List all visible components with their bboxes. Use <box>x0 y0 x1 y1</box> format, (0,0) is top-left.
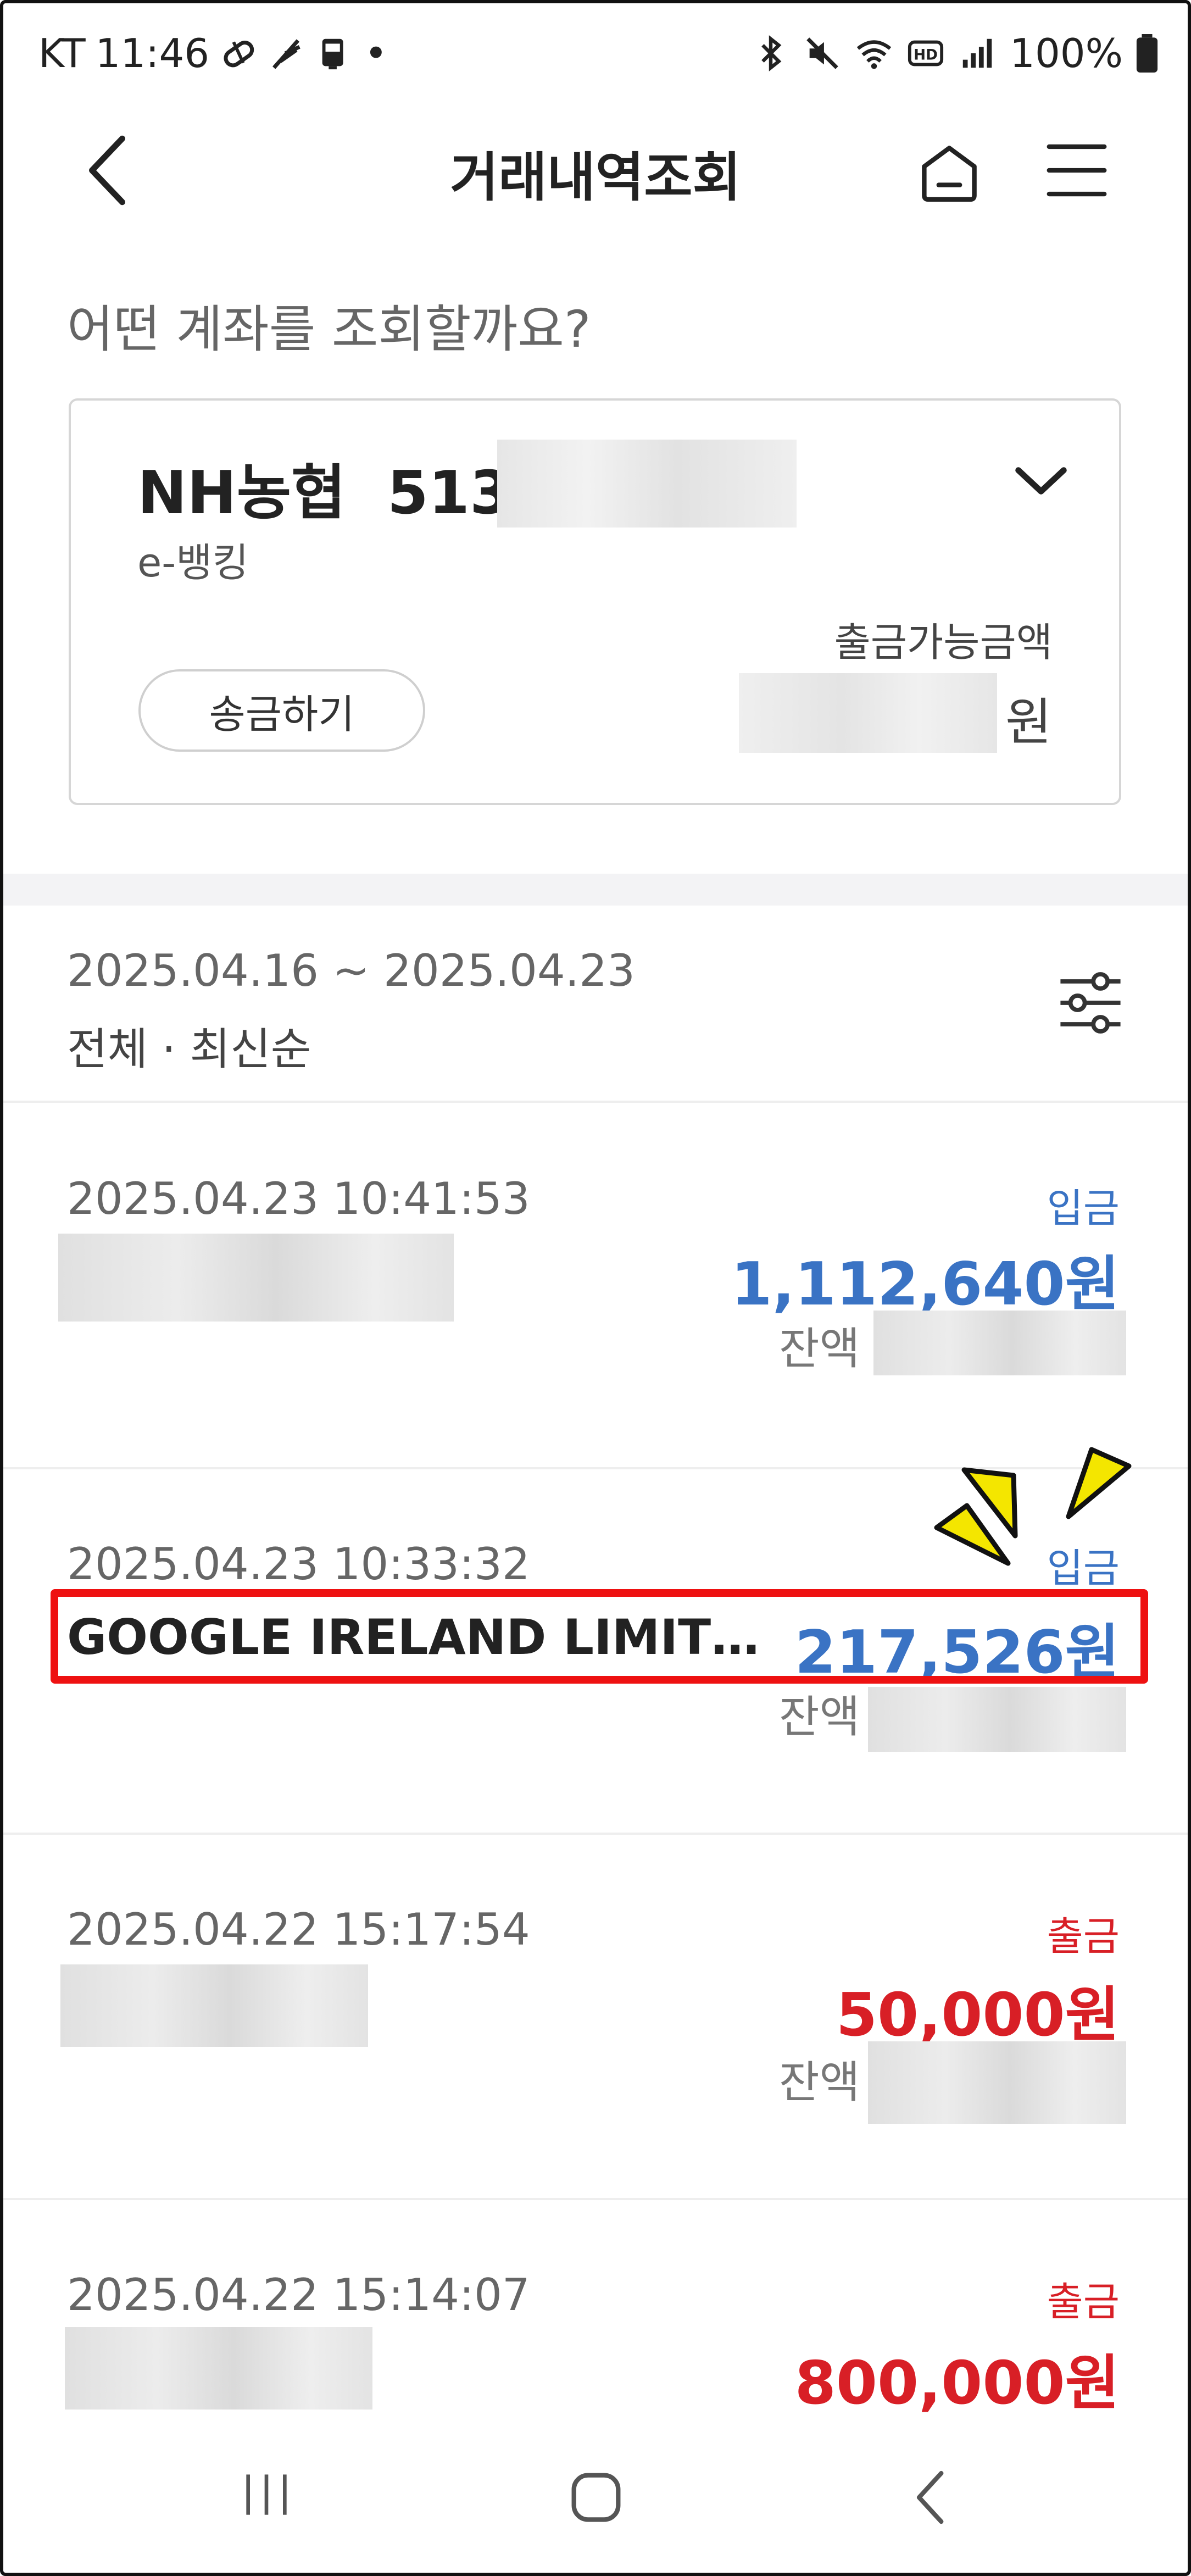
status-bar-left: KT 11:46 • <box>38 30 388 76</box>
transaction-type: 입금 <box>1047 1185 1120 1231</box>
available-amount-redacted <box>739 673 997 753</box>
filter-settings-button[interactable] <box>1055 967 1126 1039</box>
section-divider <box>3 874 1188 906</box>
clock: 11:46 <box>95 30 210 76</box>
transaction-description-redacted <box>65 2327 372 2410</box>
svg-text:HD: HD <box>914 47 938 64</box>
transaction-amount: 50,000원 <box>836 1981 1120 2050</box>
sparkle-emphasis-icon <box>934 1447 1132 1566</box>
battery-icon <box>1136 34 1158 73</box>
chevron-down-icon[interactable] <box>1011 456 1071 506</box>
balance-label: 잔액 <box>779 1323 860 1374</box>
bank-name: NH농협 <box>137 459 346 528</box>
row-divider <box>3 1833 1188 1835</box>
card-reader-icon <box>322 38 343 70</box>
balance-label: 잔액 <box>779 1691 860 1742</box>
bluetooth-icon <box>761 35 782 71</box>
row-divider <box>3 1101 1188 1103</box>
battery-percent: 100% <box>1010 30 1123 76</box>
transaction-type: 출금 <box>1047 2279 1120 2325</box>
account-question: 어떤 계좌를 조회할까요? <box>67 300 591 359</box>
carrier-label: KT <box>38 30 86 76</box>
account-type: e-뱅킹 <box>137 540 249 586</box>
balance-redacted <box>873 1311 1126 1375</box>
page-title: 거래내역조회 <box>450 147 741 208</box>
transaction-description-redacted <box>58 1234 454 1322</box>
notification-dot: • <box>364 30 388 76</box>
highlight-box <box>51 1589 1148 1684</box>
transaction-datetime: 2025.04.22 15:17:54 <box>67 1904 530 1955</box>
home-button[interactable] <box>916 140 982 206</box>
transaction-amount: 1,112,640원 <box>731 1250 1120 1319</box>
transaction-type: 출금 <box>1047 1913 1120 1959</box>
balance-redacted <box>868 2041 1126 2124</box>
available-amount-unit: 원 <box>1005 693 1052 752</box>
mute-icon <box>806 37 838 69</box>
available-amount-label: 출금가능금액 <box>834 619 1053 665</box>
balance-label: 잔액 <box>779 2057 860 2108</box>
transaction-datetime: 2025.04.23 10:33:32 <box>67 1539 530 1590</box>
status-bar-right: HD 100% <box>752 30 1158 76</box>
feather-icon <box>272 39 300 69</box>
back-nav-icon[interactable] <box>901 2467 961 2528</box>
hd-voice-icon: HD <box>908 40 944 66</box>
account-number-redacted <box>497 440 797 528</box>
wifi-icon <box>856 40 892 69</box>
balance-redacted <box>868 1687 1126 1752</box>
send-money-button[interactable]: 송금하기 <box>138 669 425 752</box>
transaction-description-redacted <box>60 1964 368 2047</box>
pill-icon <box>224 41 254 68</box>
transaction-datetime: 2025.04.23 10:41:53 <box>67 1173 530 1224</box>
transaction-amount: 800,000원 <box>794 2349 1120 2418</box>
menu-button[interactable] <box>1044 140 1110 201</box>
signal-icon <box>962 38 992 68</box>
filter-summary: 전체 · 최신순 <box>67 1024 311 1075</box>
recent-apps-icon[interactable] <box>236 2467 297 2522</box>
row-divider <box>3 2198 1188 2200</box>
date-range: 2025.04.16 ~ 2025.04.23 <box>67 945 635 996</box>
account-bank-number: NH농협 513- <box>137 445 536 531</box>
transaction-datetime: 2025.04.22 15:14:07 <box>67 2269 530 2320</box>
home-nav-icon[interactable] <box>566 2467 626 2528</box>
